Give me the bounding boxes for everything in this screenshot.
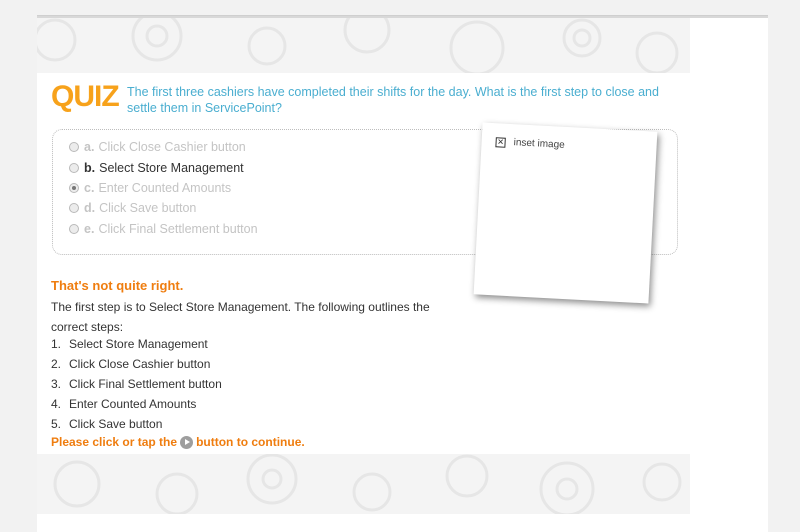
quiz-title: QUIZ [51,80,120,113]
option-label: Click Save button [99,201,197,215]
radio-button[interactable] [69,224,79,234]
inset-image-label: inset image [513,137,565,151]
continue-text-before: Please click or tap the [51,435,178,449]
option-label: Click Final Settlement button [98,222,258,236]
list-item: 3. Click Final Settlement button [51,374,222,394]
list-item: 2. Click Close Cashier button [51,354,222,374]
step-text: Enter Counted Amounts [69,397,197,411]
option-c[interactable]: c. Enter Counted Amounts [69,179,231,197]
gears-banner-bottom [37,454,690,514]
continue-instruction: Please click or tap the button to contin… [51,435,305,449]
step-number: 2. [51,357,62,371]
option-label: Click Close Cashier button [98,140,246,154]
step-number: 5. [51,417,62,431]
option-letter: c. [84,181,95,195]
step-number: 1. [51,337,62,351]
option-label: Select Store Management [99,161,244,175]
option-a[interactable]: a. Click Close Cashier button [69,138,246,156]
option-d[interactable]: d. Click Save button [69,199,196,217]
radio-button-checked[interactable] [69,183,79,193]
inset-image: ✕ inset image [473,122,658,304]
option-letter: b. [84,161,96,175]
list-item: 4. Enter Counted Amounts [51,394,222,414]
option-label: Enter Counted Amounts [98,181,232,195]
gears-pattern [53,454,682,514]
step-text: Click Final Settlement button [69,377,222,391]
gears-pattern [37,18,679,73]
correct-steps-list: 1. Select Store Management 2. Click Close … [51,334,222,434]
broken-image-icon: ✕ [495,137,506,148]
step-text: Click Save button [69,417,163,431]
gears-banner-top [37,18,690,73]
radio-button[interactable] [69,163,79,173]
list-item: 1. Select Store Management [51,334,222,354]
continue-text-after: button to continue. [196,435,305,449]
step-text: Select Store Management [69,337,208,351]
question-text: The first three cashiers have completed … [127,85,659,115]
option-letter: a. [84,140,95,154]
feedback-title: That's not quite right. [51,278,184,293]
radio-button[interactable] [69,142,79,152]
play-icon[interactable] [180,435,194,449]
option-letter: e. [84,222,95,236]
feedback-text: The first step is to Select Store Manage… [51,300,430,334]
option-e[interactable]: e. Click Final Settlement button [69,220,258,238]
option-letter: d. [84,201,96,215]
step-text: Click Close Cashier button [69,357,211,371]
radio-button[interactable] [69,203,79,213]
step-number: 3. [51,377,62,391]
quiz-panel: QUIZ The first three cashiers have compl… [37,15,768,532]
step-number: 4. [51,397,62,411]
list-item: 5. Click Save button [51,414,222,434]
option-b[interactable]: b. Select Store Management [69,159,244,177]
